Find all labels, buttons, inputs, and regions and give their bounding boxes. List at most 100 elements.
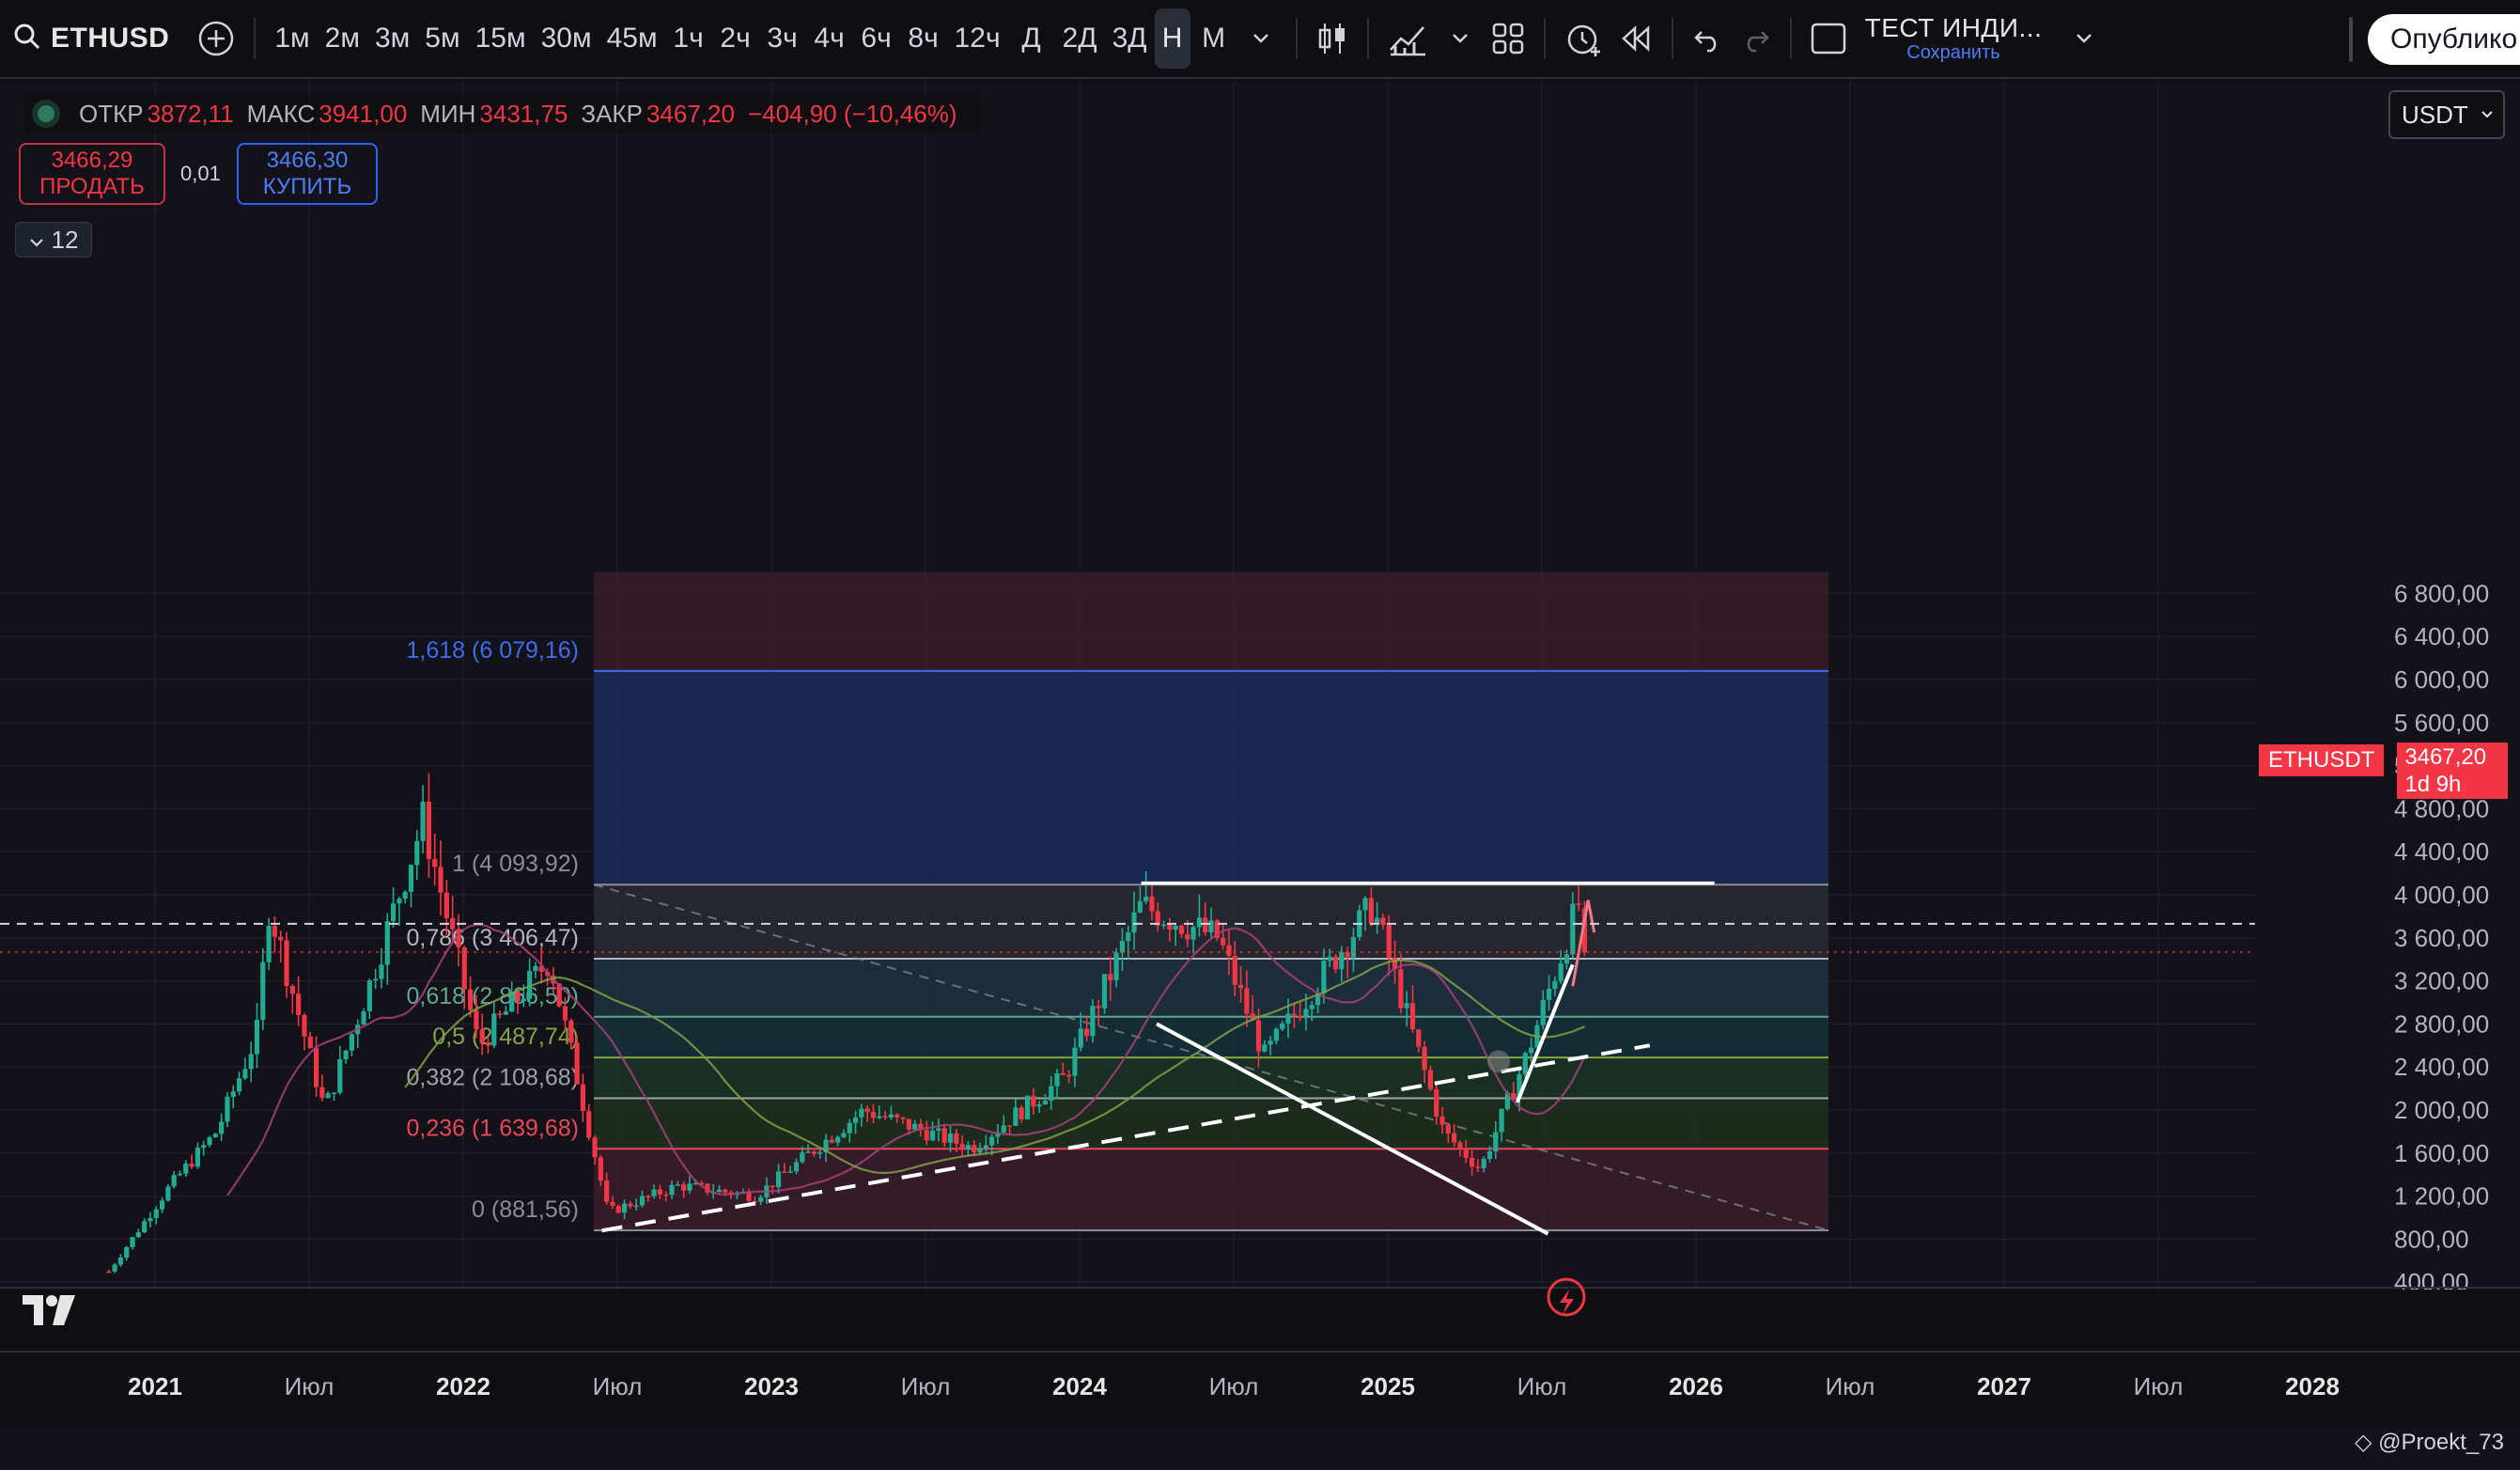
symbol-search[interactable]: ETHUSD (0, 0, 186, 78)
candle-body (361, 1011, 366, 1025)
indicators-button[interactable] (1380, 8, 1437, 69)
candle-body (936, 1128, 941, 1131)
layouts-button[interactable] (1484, 8, 1532, 69)
save-link[interactable]: Сохранить (1906, 42, 1999, 63)
candle-body (1149, 897, 1155, 912)
low-value: 3431,75 (479, 99, 568, 128)
interval-9-button[interactable]: 3ч (759, 8, 806, 69)
candle-body (497, 1013, 503, 1015)
candle-body (746, 1192, 752, 1201)
candle-body (1203, 917, 1208, 932)
interval-1-button[interactable]: 2м (318, 8, 367, 69)
chart-type-button[interactable] (1309, 8, 1356, 69)
candle-body (1137, 900, 1143, 913)
candle-body (426, 801, 432, 860)
interval-14-button[interactable]: Д (1008, 8, 1055, 69)
candle-body (628, 1203, 633, 1207)
candle-body (941, 1128, 947, 1143)
candle-body (106, 1271, 112, 1274)
interval-17-button[interactable]: Н (1154, 8, 1190, 69)
candle-body (758, 1196, 764, 1202)
interval-8-button[interactable]: 2ч (712, 8, 759, 69)
candle-body (201, 1145, 207, 1149)
candle-body (296, 993, 302, 1016)
candle-body (1309, 1005, 1314, 1009)
candle-body (485, 1042, 491, 1046)
time-axis[interactable] (0, 1290, 2520, 1429)
sell-button[interactable]: 3466,29 ПРОДАТЬ (19, 143, 165, 205)
candle-body (852, 1117, 859, 1123)
alert-button[interactable] (1557, 8, 1611, 69)
interval-13-button[interactable]: 12ч (947, 8, 1008, 69)
interval-7-button[interactable]: 1ч (665, 8, 712, 69)
indicators-dropdown-button[interactable] (1437, 8, 1484, 69)
buy-price: 3466,30 (266, 148, 349, 174)
symbol-name[interactable]: ETHUSD (51, 23, 169, 55)
price-chart[interactable]: 1,618 (6 079,16)1 (4 093,92)0,786 (3 406… (0, 81, 2520, 1470)
fib-level-label: 0 (881,56) (472, 1196, 579, 1223)
compare-add-button[interactable] (190, 8, 242, 69)
toolbar-divider (1671, 18, 1673, 59)
candle-body (723, 1189, 728, 1193)
time-axis-label: Июл (2134, 1372, 2184, 1400)
interval-4-button[interactable]: 15м (468, 8, 534, 69)
candle-body (171, 1175, 177, 1187)
candle-body (1268, 1040, 1273, 1045)
interval-3-button[interactable]: 5м (417, 8, 467, 69)
candle-body (586, 1111, 592, 1138)
candle-body (373, 978, 379, 981)
interval-18-button[interactable]: М (1190, 8, 1237, 69)
candle-body (230, 1091, 236, 1097)
select-checkbox[interactable] (1803, 8, 1854, 69)
candle-body (989, 1136, 995, 1146)
interval-11-button[interactable]: 6ч (853, 8, 900, 69)
interval-2-button[interactable]: 3м (367, 8, 417, 69)
undo-button[interactable] (1685, 8, 1732, 69)
fib-zone-3 (594, 958, 1828, 1017)
candle-body (800, 1152, 805, 1163)
candle-body (657, 1189, 663, 1195)
interval-16-button[interactable]: 3Д (1105, 8, 1155, 69)
tradingview-logo[interactable] (23, 1293, 81, 1332)
candle-body (1273, 1028, 1280, 1041)
candle-body (142, 1221, 148, 1233)
candle-body (787, 1171, 793, 1173)
interval-10-button[interactable]: 4ч (806, 8, 853, 69)
candle-body (313, 1048, 319, 1087)
interval-12-button[interactable]: 8ч (900, 8, 947, 69)
fib-level-label: 0,5 (2 487,74) (432, 1024, 579, 1050)
candle-body (1332, 956, 1339, 970)
candle-body (1362, 898, 1368, 911)
interval-0-button[interactable]: 1м (267, 8, 317, 69)
layout-name-button[interactable]: ТЕСТ ИНДИ... Сохранить (1865, 13, 2043, 64)
candle-body (1558, 962, 1563, 981)
candle-body (343, 1050, 349, 1060)
fib-zone-0 (594, 571, 1828, 671)
diamond-icon: ◇ (2355, 1430, 2372, 1455)
interval-dropdown-button[interactable] (1237, 8, 1284, 69)
rewind-icon (1619, 24, 1653, 53)
interval-15-button[interactable]: 2Д (1055, 8, 1105, 69)
replay-button[interactable] (1611, 8, 1660, 69)
candle-body (1072, 1047, 1078, 1076)
currency-select[interactable]: USDT (2388, 90, 2505, 139)
event-marker-icon[interactable] (1487, 1050, 1511, 1073)
interval-6-button[interactable]: 45м (599, 8, 665, 69)
interval-5-button[interactable]: 30м (534, 8, 599, 69)
publish-button[interactable]: Опублико (2368, 14, 2520, 65)
indicators-collapse-button[interactable]: 12 (15, 222, 92, 258)
candle-body (947, 1133, 954, 1143)
layout-dropdown-button[interactable] (2061, 8, 2108, 69)
candle-body (194, 1148, 201, 1167)
price-axis-tick: 4 000,00 (2394, 881, 2489, 909)
candle-body (260, 962, 266, 1021)
candle-body (1006, 1125, 1013, 1127)
sell-price: 3466,29 (51, 148, 133, 174)
candle-body (954, 1133, 959, 1144)
buy-button[interactable]: 3466,30 КУПИТЬ (237, 143, 378, 205)
candle-body (112, 1264, 117, 1272)
candle-body (189, 1163, 194, 1167)
time-axis-label: 2028 (2285, 1372, 2340, 1400)
redo-button[interactable] (1732, 8, 1779, 69)
candle-body (716, 1189, 723, 1193)
